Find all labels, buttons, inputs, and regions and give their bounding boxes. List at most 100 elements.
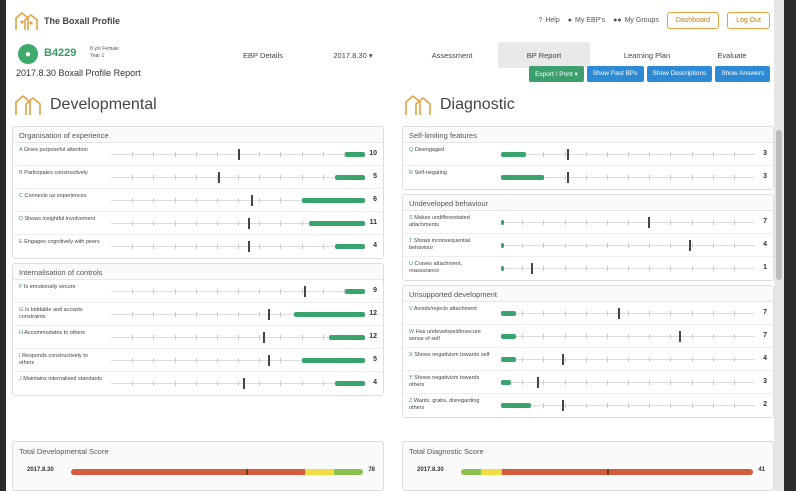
strand-code: W — [409, 329, 415, 335]
track-tick — [585, 266, 587, 271]
track-tick — [322, 289, 324, 294]
strand-score: 6 — [373, 196, 377, 203]
strand-text: Responds constructively to others — [19, 353, 88, 366]
track-tick — [259, 312, 261, 317]
strand-text: Connects up experiences — [24, 193, 87, 199]
tab-evaluate[interactable]: Evaluate — [702, 42, 762, 68]
tab-bp-report[interactable]: BP Report — [498, 42, 590, 68]
score-track — [111, 378, 365, 389]
median-marker — [648, 217, 651, 228]
score-fill — [344, 152, 365, 157]
strand-row[interactable]: A Gives purposeful attention 10 — [13, 143, 383, 166]
track-tick — [174, 244, 176, 249]
score-fill — [501, 266, 504, 271]
strand-row[interactable]: G Is biddable and accepts constraints 12 — [13, 303, 383, 326]
total-diagnostic-row: 2017.8.30 41 — [403, 466, 773, 478]
strand-row[interactable]: C Connects up experiences 6 — [13, 189, 383, 212]
strand-label: A Gives purposeful attention — [19, 147, 103, 154]
strand-row[interactable]: R Self-negating 3 — [403, 166, 773, 189]
strand-row[interactable]: X Shows negativism towards self 4 — [403, 348, 773, 371]
export-print-button[interactable]: Export / Print ▾ — [529, 66, 584, 82]
strand-row[interactable]: H Accommodates to others 12 — [13, 326, 383, 349]
show-answers-button[interactable]: Show Answers — [715, 66, 770, 82]
logout-button[interactable]: Log Out — [727, 12, 770, 29]
show-past-bps-button[interactable]: Show Past BPs — [586, 66, 644, 82]
track-tick — [606, 403, 608, 408]
strand-row[interactable]: F Is emotionally secure 9 — [13, 280, 383, 303]
strand-label: Y Shows negativism towards others — [409, 375, 493, 389]
total-diagnostic-panel: Total Diagnostic Score 2017.8.30 41 — [402, 441, 774, 491]
track-tick — [259, 289, 261, 294]
track-tick — [564, 152, 566, 157]
track-tick — [216, 289, 218, 294]
date-select[interactable]: 2017.8.30 ▾ — [318, 42, 388, 68]
strand-row[interactable]: U Craves attachment, reassurance 1 — [403, 257, 773, 280]
track-tick — [216, 221, 218, 226]
track-tick — [132, 335, 134, 340]
scrollbar[interactable] — [774, 0, 784, 491]
track-tick — [238, 335, 239, 340]
track-tick — [522, 243, 524, 248]
dashboard-button[interactable]: Dashboard — [666, 12, 720, 29]
total-diagnostic-score: 41 — [758, 467, 765, 473]
diagnostic-column: Diagnostic Self-limiting features Q Disen… — [402, 88, 774, 418]
strand-text: Participates constructively — [24, 170, 88, 176]
total-bar-segment — [304, 469, 334, 475]
scrollbar-thumb[interactable] — [776, 130, 782, 280]
strand-label: H Accommodates to others — [19, 330, 103, 337]
track-tick — [691, 152, 693, 157]
track-tick — [712, 243, 714, 248]
strand-row[interactable]: Q Disengaged 3 — [403, 143, 773, 166]
my-groups-label: My Groups — [624, 17, 659, 24]
track-tick — [733, 266, 735, 271]
track-tick — [301, 335, 303, 340]
my-groups-link[interactable]: ●● My Groups — [613, 17, 659, 24]
strand-row[interactable]: Y Shows negativism towards others 3 — [403, 371, 773, 394]
help-link[interactable]: ? Help — [538, 17, 559, 24]
subscale-panel: Self-limiting features Q Disengaged 3 R Sel… — [402, 126, 774, 190]
track-tick — [691, 266, 693, 271]
strand-row[interactable]: Z Wants, grabs, disregarding others 2 — [403, 394, 773, 417]
track-tick — [606, 357, 608, 362]
strand-score: 4 — [373, 379, 377, 386]
tab-ebp-details[interactable]: EBP Details — [228, 42, 298, 68]
track-tick — [195, 198, 197, 203]
track-tick — [259, 335, 261, 340]
track-tick — [564, 403, 566, 408]
tab-learning-plan[interactable]: Learning Plan — [604, 42, 690, 68]
strand-code: Q — [409, 147, 414, 153]
total-developmental-score: 78 — [368, 467, 375, 473]
logo[interactable]: The Boxall Profile — [14, 10, 120, 32]
strand-row[interactable]: J Maintains internalised standards 4 — [13, 372, 383, 395]
strand-code: J — [19, 376, 22, 382]
track-tick — [322, 175, 324, 180]
strand-label: D Shows insightful involvement — [19, 216, 103, 223]
strand-row[interactable]: W Has undeveloped/insecure sense of self… — [403, 325, 773, 348]
strand-row[interactable]: I Responds constructively to others 5 — [13, 349, 383, 372]
strand-row[interactable]: T Shows inconsequential behaviour 4 — [403, 234, 773, 257]
track-tick — [564, 380, 566, 385]
my-ebps-link[interactable]: ● My EBP's — [568, 17, 605, 24]
strand-row[interactable]: E Engages cognitively with peers 4 — [13, 235, 383, 258]
strand-score: 3 — [763, 173, 767, 180]
strand-row[interactable]: S Makes undifferentiated attachments 7 — [403, 211, 773, 234]
strand-row[interactable]: V Avoids/rejects attachment 7 — [403, 302, 773, 325]
strand-row[interactable]: D Shows insightful involvement 11 — [13, 212, 383, 235]
track-tick — [733, 380, 735, 385]
track-tick — [153, 289, 155, 294]
track-tick — [606, 175, 608, 180]
tab-assessment[interactable]: Assessment — [412, 42, 492, 68]
track-tick — [606, 266, 608, 271]
track-tick — [216, 152, 218, 157]
track-tick — [174, 152, 176, 157]
track-tick — [628, 334, 629, 339]
strand-row[interactable]: B Participates constructively 5 — [13, 166, 383, 189]
show-descriptions-button[interactable]: Show Descriptions — [646, 66, 713, 82]
track-tick — [195, 312, 197, 317]
track-tick — [238, 289, 239, 294]
score-fill — [329, 335, 365, 340]
track-tick — [174, 289, 176, 294]
track-tick — [132, 175, 134, 180]
boxall-logo-icon — [15, 11, 38, 30]
score-track — [501, 240, 755, 251]
